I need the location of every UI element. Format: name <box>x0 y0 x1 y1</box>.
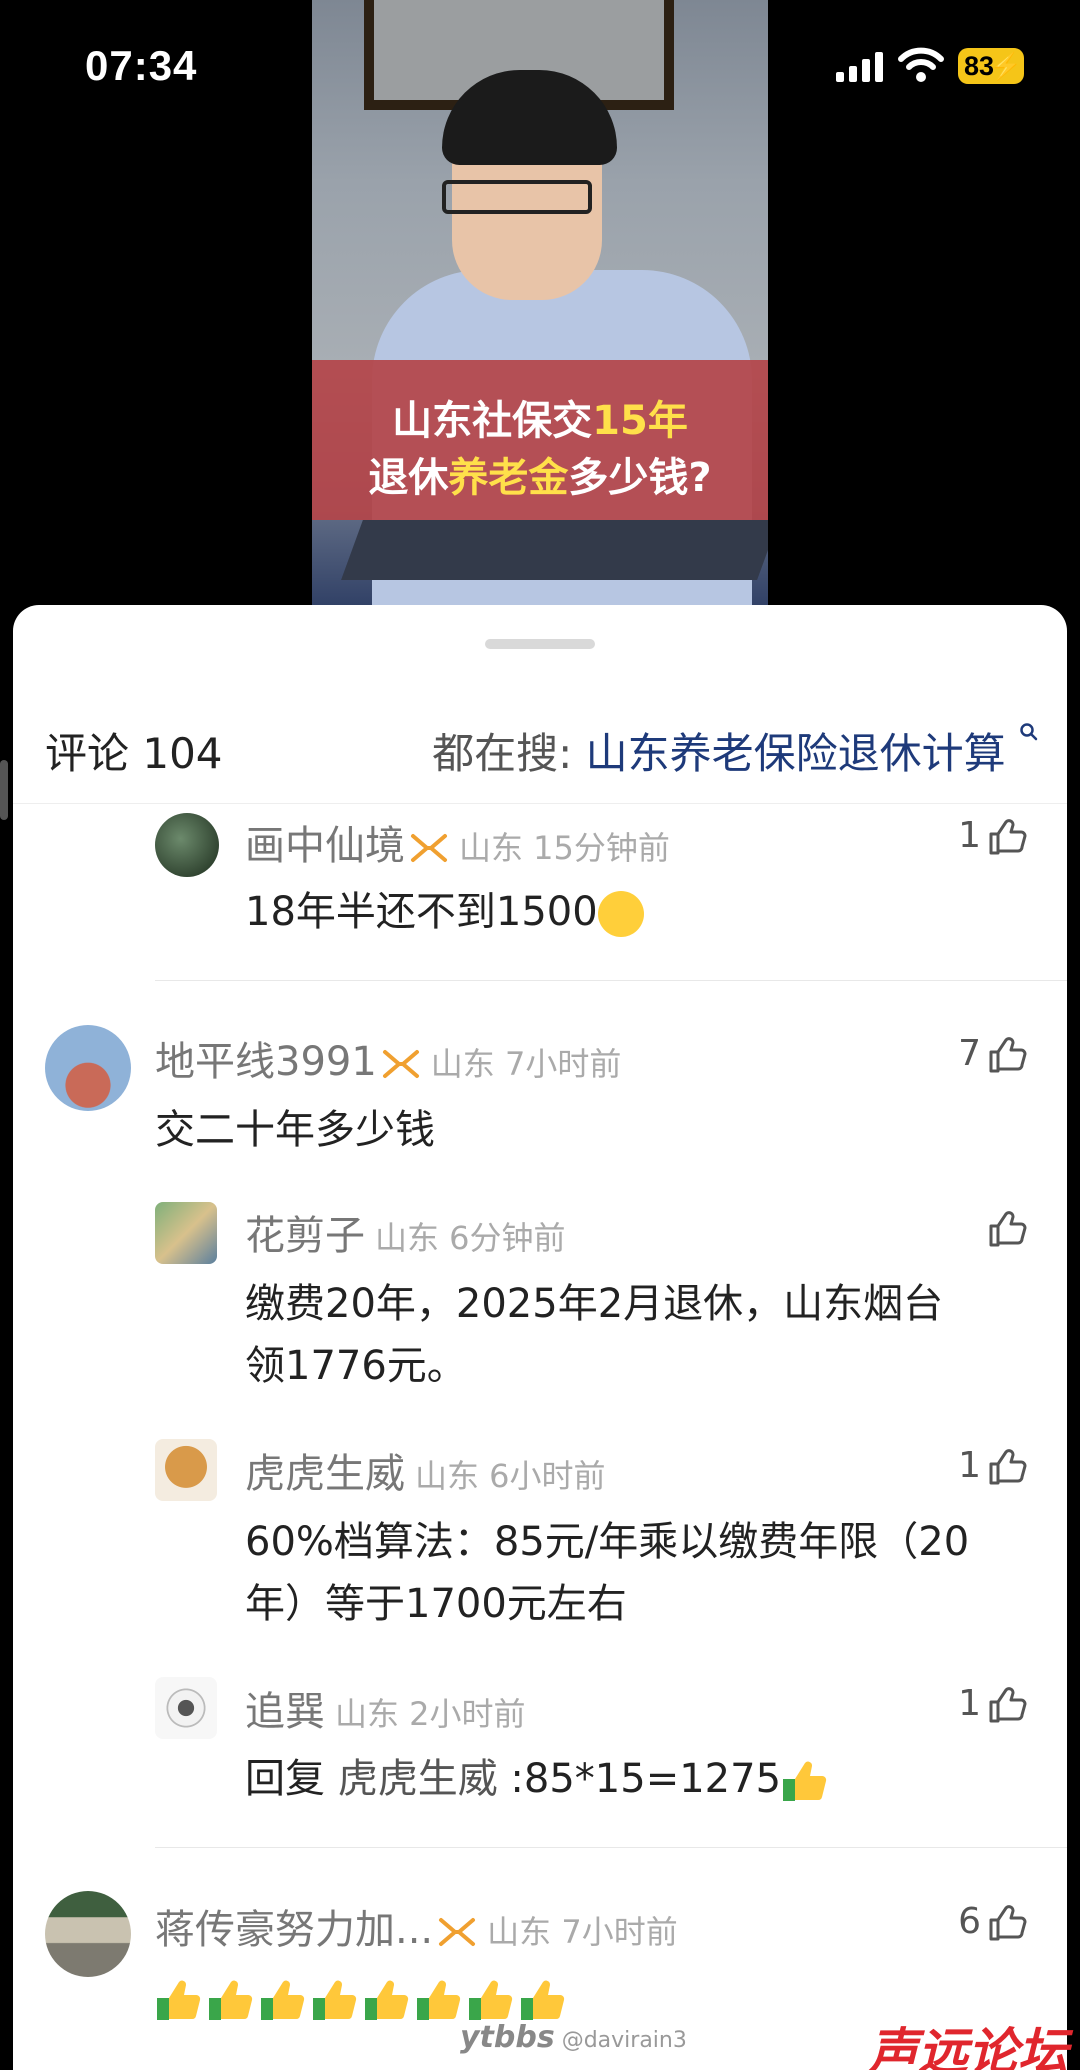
thumbs-up-emoji-icon <box>783 1761 827 1801</box>
video-title-part: 山东社保交 <box>392 398 593 444</box>
thumbs-up-emoji-icon <box>469 1980 513 2020</box>
video-title-part: 多少钱? <box>568 455 712 501</box>
reply-prefix: 回复 <box>245 1756 338 1802</box>
thumbs-up-icon[interactable] <box>987 1447 1027 1487</box>
reply-text-line: 缴费20年，2025年2月退休，山东烟台 <box>245 1281 944 1327</box>
comment-count: 评论 104 <box>45 729 223 778</box>
comment-divider <box>155 1847 1067 1848</box>
thumbs-up-emoji-icon <box>521 1980 565 2020</box>
search-icon[interactable] <box>1019 722 1039 742</box>
avatar[interactable] <box>155 813 219 877</box>
cellular-signal-icon <box>836 52 883 82</box>
comment-meta: 山东 6分钟前 <box>375 1219 566 1257</box>
video-title-highlight: 15年 <box>592 398 688 444</box>
charging-bolt-icon: ⚡ <box>989 51 1022 81</box>
thumbs-up-emoji-icon <box>365 1980 409 2020</box>
username-text[interactable]: 追巽 <box>245 1689 325 1735</box>
comment-username[interactable]: 地平线3991 山东 7小时前 <box>155 1029 621 1087</box>
watermark-site: ytbbs <box>460 2020 555 2055</box>
thumbs-up-emoji-icon <box>417 1980 461 2020</box>
like-count: 1 <box>958 1683 981 1724</box>
like-count: 1 <box>958 1445 981 1486</box>
video-player[interactable]: 山东社保交15年 退休养老金多少钱? <box>312 0 768 610</box>
thumbs-up-emoji-icon <box>261 1980 305 2020</box>
like-button[interactable]: 1 <box>958 815 1027 857</box>
username-text[interactable]: 蒋传豪努力加... <box>155 1907 433 1953</box>
video-person-glasses <box>442 180 592 214</box>
like-count: 6 <box>958 1901 981 1942</box>
like-button[interactable] <box>981 1207 1027 1249</box>
comment-username[interactable]: 画中仙境 山东 15分钟前 <box>245 813 670 871</box>
badge-icon <box>382 1050 419 1078</box>
reply-text-line: 领1776元。 <box>245 1343 467 1389</box>
reply-username[interactable]: 追巽 山东 2小时前 <box>245 1679 526 1737</box>
avatar[interactable] <box>155 1202 217 1264</box>
username-text[interactable]: 花剪子 <box>245 1213 365 1259</box>
like-count: 1 <box>958 815 981 856</box>
comment-meta: 山东 2小时前 <box>335 1695 526 1733</box>
thumbs-up-icon[interactable] <box>987 1035 1027 1075</box>
comment-username[interactable]: 蒋传豪努力加... 山东 7小时前 <box>155 1897 678 1955</box>
trending-search-prefix: 都在搜: <box>432 729 586 778</box>
avatar[interactable] <box>45 1025 131 1111</box>
reply-username[interactable]: 花剪子 山东 6分钟前 <box>245 1203 566 1261</box>
header-divider <box>13 803 1067 804</box>
comment-meta: 山东 7小时前 <box>430 1045 622 1083</box>
reply-text: 缴费20年，2025年2月退休，山东烟台 领1776元。 <box>245 1273 943 1397</box>
thumbs-up-icon[interactable] <box>987 1685 1027 1725</box>
forum-logo: 声远论坛 <box>868 2023 1068 2070</box>
crying-laughing-emoji-icon <box>597 891 644 937</box>
reply-text: 回复 虎虎生威 :85*15=1275 <box>245 1748 833 1810</box>
reply-mention[interactable]: 虎虎生威 <box>338 1756 498 1802</box>
thumbs-up-emoji-icon <box>313 1980 357 2020</box>
badge-icon <box>439 1918 476 1946</box>
like-button[interactable]: 1 <box>958 1683 1027 1725</box>
username-text[interactable]: 虎虎生威 <box>245 1451 405 1497</box>
reply-username[interactable]: 虎虎生威 山东 6小时前 <box>245 1441 606 1499</box>
wifi-icon <box>898 47 944 82</box>
screen-edge <box>0 760 8 820</box>
reply-text-line: 年）等于1700元左右 <box>245 1581 627 1627</box>
avatar[interactable] <box>155 1677 217 1739</box>
comment-meta: 山东 6小时前 <box>415 1457 606 1495</box>
comment-sheet[interactable]: 评论 104 都在搜: 山东养老保险退休计算 画中仙境 山东 15分钟前 1 18… <box>13 605 1067 2070</box>
thumbs-up-emoji-icon <box>157 1980 201 2020</box>
username-text[interactable]: 地平线3991 <box>155 1039 377 1085</box>
reply-text: 60%档算法：85元/年乘以缴费年限（20 年）等于1700元左右 <box>245 1511 969 1635</box>
video-title-part: 退休 <box>368 455 449 501</box>
username-text[interactable]: 画中仙境 <box>245 823 405 869</box>
thumbs-up-icon[interactable] <box>987 1209 1027 1249</box>
comment-meta: 山东 15分钟前 <box>459 829 670 867</box>
comment-body: 18年半还不到1500 <box>245 889 598 935</box>
thumbs-up-emoji-icon <box>209 1980 253 2020</box>
like-button[interactable]: 1 <box>958 1445 1027 1487</box>
watermark-handle: @davirain3 <box>561 2028 687 2053</box>
trending-search-query[interactable]: 山东养老保险退休计算 <box>586 729 1006 778</box>
battery-indicator: 83 ⚡ <box>958 48 1024 84</box>
video-keyboard <box>341 520 768 580</box>
like-button[interactable]: 7 <box>958 1033 1027 1075</box>
reply-body: :85*15=1275 <box>497 1756 782 1802</box>
comment-meta: 山东 7小时前 <box>487 1913 678 1951</box>
video-title-highlight: 养老金 <box>448 455 569 501</box>
thumbs-up-icon[interactable] <box>987 1903 1027 1943</box>
site-watermark: ytbbs @davirain3 <box>460 2020 687 2055</box>
video-title-line-2: 退休养老金多少钱? <box>312 445 768 503</box>
thumbs-up-icon[interactable] <box>987 817 1027 857</box>
comment-divider <box>155 980 1067 981</box>
sheet-drag-handle[interactable] <box>485 639 595 649</box>
status-time: 07:34 <box>85 42 198 89</box>
comment-text: 交二十年多少钱 <box>155 1107 435 1153</box>
avatar[interactable] <box>155 1439 217 1501</box>
avatar[interactable] <box>45 1891 131 1977</box>
video-title-line-1: 山东社保交15年 <box>312 388 768 446</box>
like-count: 7 <box>958 1033 981 1074</box>
badge-icon <box>411 834 447 862</box>
like-button[interactable]: 6 <box>958 1901 1027 1943</box>
comment-text: 18年半还不到1500 <box>245 881 644 943</box>
reply-text-line: 60%档算法：85元/年乘以缴费年限（20 <box>245 1519 970 1565</box>
trending-search[interactable]: 都在搜: 山东养老保险退休计算 <box>432 720 1039 781</box>
video-title-banner: 山东社保交15年 退休养老金多少钱? <box>312 360 768 520</box>
